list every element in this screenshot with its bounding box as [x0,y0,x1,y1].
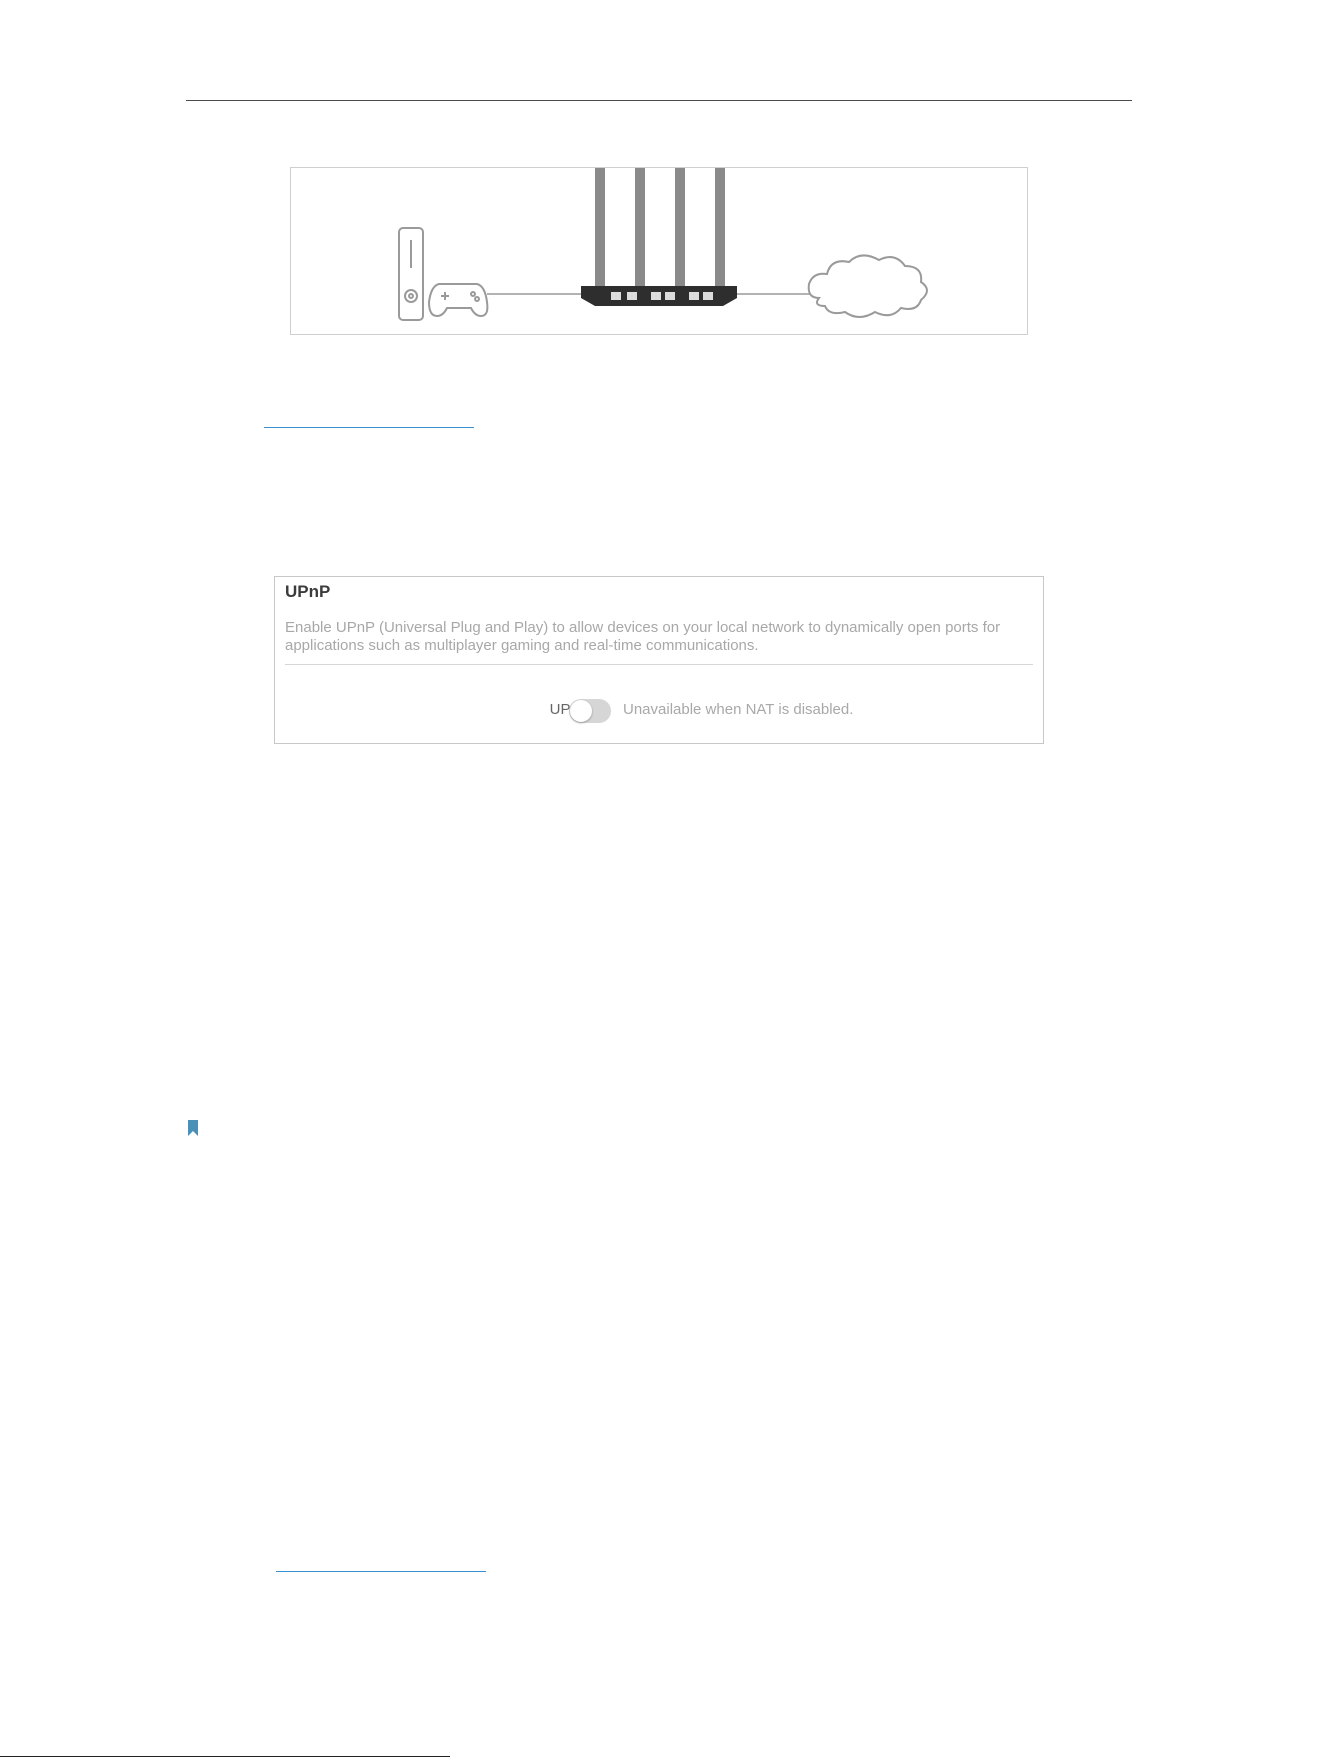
game-console-icon [398,227,424,321]
router-icon [581,168,737,306]
toggle-knob [570,700,592,722]
upnp-unavailable-hint: Unavailable when NAT is disabled. [623,701,854,718]
cloud-icon [807,254,928,318]
footer-divider [0,1756,450,1757]
upnp-toggle-row: UPnP: Unavailable when NAT is disabled. [275,699,1043,723]
upnp-settings-panel: UPnP Enable UPnP (Universal Plug and Pla… [274,576,1044,744]
network-diagram [290,167,1028,335]
link-underline[interactable] [276,1571,486,1572]
header-divider [186,100,1132,101]
bookmark-icon [188,1120,198,1136]
gamepad-icon [427,283,489,318]
link-underline[interactable] [264,427,474,428]
upnp-divider [285,664,1033,665]
upnp-toggle-switch[interactable] [569,699,611,723]
upnp-description: Enable UPnP (Universal Plug and Play) to… [285,619,1001,654]
upnp-title: UPnP [285,582,331,601]
